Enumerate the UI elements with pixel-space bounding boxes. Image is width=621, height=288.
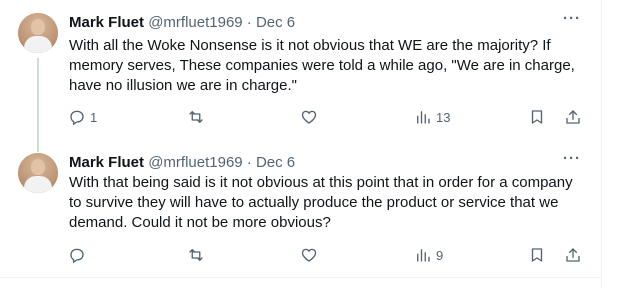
views-icon <box>417 111 430 124</box>
retweet-button[interactable] <box>187 105 209 129</box>
bookmark-button[interactable] <box>528 243 546 267</box>
avatar[interactable] <box>18 153 58 193</box>
author-name[interactable]: Mark Fluet <box>69 154 144 171</box>
reply-count: 1 <box>90 109 98 125</box>
tweet[interactable]: Mark Fluet @mrfluet1969 · Dec 6 ··· With… <box>0 0 601 140</box>
views-count: 9 <box>436 247 444 263</box>
tweet-text: With all the Woke Nonsense is it not obv… <box>69 37 575 94</box>
tweet-header: Mark Fluet @mrfluet1969 · Dec 6 <box>69 13 295 33</box>
like-button[interactable] <box>300 105 322 129</box>
reply-icon <box>70 248 84 264</box>
reply-icon <box>70 110 84 126</box>
share-button[interactable] <box>564 243 582 267</box>
tweet-divider <box>0 277 601 278</box>
views-count: 13 <box>436 109 451 125</box>
tweet-header: Mark Fluet @mrfluet1969 · Dec 6 <box>69 153 295 173</box>
handle-and-date[interactable]: @mrfluet1969 · Dec 6 <box>148 14 295 31</box>
avatar[interactable] <box>18 13 58 53</box>
like-button[interactable] <box>300 243 322 267</box>
views-button[interactable]: 13 <box>414 105 450 129</box>
share-button[interactable] <box>564 105 582 129</box>
share-icon <box>566 110 580 124</box>
like-icon <box>301 248 317 262</box>
retweet-button[interactable] <box>187 243 209 267</box>
handle-and-date[interactable]: @mrfluet1969 · Dec 6 <box>148 154 295 171</box>
share-icon <box>566 248 580 262</box>
tweet[interactable]: Mark Fluet @mrfluet1969 · Dec 6 ··· With… <box>0 140 601 277</box>
views-icon <box>417 249 430 262</box>
retweet-icon <box>189 111 203 123</box>
tweet-text: With that being said is it not obvious a… <box>69 174 573 231</box>
like-icon <box>301 110 317 124</box>
bookmark-icon <box>531 110 543 124</box>
reply-button[interactable]: 1 <box>68 105 97 129</box>
author-name[interactable]: Mark Fluet <box>69 14 144 31</box>
more-icon[interactable]: ··· <box>560 151 584 173</box>
reply-button[interactable] <box>68 243 90 267</box>
bookmark-icon <box>531 248 543 262</box>
retweet-icon <box>189 249 203 261</box>
views-button[interactable]: 9 <box>414 243 443 267</box>
tweet-actions: 9 <box>60 243 600 267</box>
more-icon[interactable]: ··· <box>560 11 584 33</box>
timeline-border <box>601 0 602 288</box>
tweet-actions: 1 13 <box>60 105 600 129</box>
bookmark-button[interactable] <box>528 105 546 129</box>
